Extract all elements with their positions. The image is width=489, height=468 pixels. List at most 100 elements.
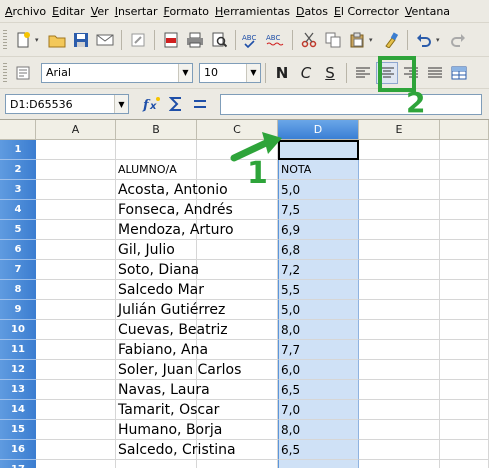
menu-formato[interactable]: Formato xyxy=(163,5,215,18)
chevron-down-icon[interactable]: ▾ xyxy=(35,36,43,44)
cell-a[interactable] xyxy=(36,420,116,440)
cell-e[interactable] xyxy=(359,400,440,420)
cell-e[interactable] xyxy=(359,440,440,460)
row-header[interactable]: 3 xyxy=(0,180,36,200)
cell-a[interactable] xyxy=(36,300,116,320)
cell-f[interactable] xyxy=(440,380,489,400)
row-header[interactable]: 6 xyxy=(0,240,36,260)
menu-el-corrector[interactable]: El Corrector xyxy=(333,5,404,18)
row-header[interactable]: 10 xyxy=(0,320,36,340)
cell-b[interactable]: Navas, Laura xyxy=(116,380,210,400)
cell-a[interactable] xyxy=(36,240,116,260)
cell-e[interactable] xyxy=(359,380,440,400)
row-header[interactable]: 11 xyxy=(0,340,36,360)
cell-d[interactable]: 8,0 xyxy=(278,320,359,340)
align-left-icon[interactable] xyxy=(352,62,374,84)
cell-f[interactable] xyxy=(440,360,489,380)
cell-e[interactable] xyxy=(359,320,440,340)
row-header[interactable]: 15 xyxy=(0,420,36,440)
cell-e[interactable] xyxy=(359,140,440,160)
cell-b[interactable]: Cuevas, Beatriz xyxy=(116,320,228,340)
undo-icon[interactable] xyxy=(413,29,435,51)
cell-f[interactable] xyxy=(440,180,489,200)
name-box[interactable]: D1:D65536 ▼ xyxy=(5,94,129,114)
cell-d[interactable]: 7,7 xyxy=(278,340,359,360)
cell-d[interactable]: 7,0 xyxy=(278,400,359,420)
print-icon[interactable] xyxy=(184,29,206,51)
cell-d[interactable]: 5,5 xyxy=(278,280,359,300)
cell-a[interactable] xyxy=(36,360,116,380)
cell-c[interactable] xyxy=(197,420,278,440)
cell-d[interactable] xyxy=(278,140,359,160)
cell-a[interactable] xyxy=(36,320,116,340)
cell-e[interactable] xyxy=(359,260,440,280)
cell-a[interactable] xyxy=(36,400,116,420)
menu-ventana[interactable]: Ventana xyxy=(404,5,455,18)
sum-icon[interactable] xyxy=(165,93,187,115)
cell-b[interactable] xyxy=(116,460,197,468)
cell-c[interactable] xyxy=(197,360,278,380)
email-icon[interactable] xyxy=(94,29,116,51)
font-size-combo[interactable]: 10 ▼ xyxy=(199,62,261,83)
menu-datos[interactable]: Datos xyxy=(295,5,333,18)
cell-a[interactable] xyxy=(36,220,116,240)
row-header[interactable]: 12 xyxy=(0,360,36,380)
row-header[interactable]: 2 xyxy=(0,160,36,180)
cell-b[interactable]: ALUMNO/A xyxy=(116,160,197,180)
cell-d[interactable]: 6,8 xyxy=(278,240,359,260)
cell-e[interactable] xyxy=(359,200,440,220)
paste-icon[interactable] xyxy=(346,29,368,51)
cell-c[interactable] xyxy=(197,200,278,220)
cell-c[interactable] xyxy=(197,440,278,460)
cell-e[interactable] xyxy=(359,180,440,200)
cell-d[interactable]: 6,5 xyxy=(278,380,359,400)
toolbar-grip[interactable] xyxy=(3,62,7,83)
cell-b[interactable]: Acosta, Antonio xyxy=(116,180,228,200)
select-all-corner[interactable] xyxy=(0,120,36,140)
cell-d[interactable]: 5,0 xyxy=(278,300,359,320)
cell-d[interactable] xyxy=(278,460,359,468)
styles-icon[interactable] xyxy=(12,62,34,84)
cell-a[interactable] xyxy=(36,180,116,200)
cell-a[interactable] xyxy=(36,280,116,300)
cell-d[interactable]: 7,2 xyxy=(278,260,359,280)
cell-a[interactable] xyxy=(36,160,116,180)
cell-b[interactable]: Soto, Diana xyxy=(116,260,199,280)
print-preview-icon[interactable] xyxy=(208,29,230,51)
cell-d[interactable]: NOTA xyxy=(278,160,359,180)
cell-d[interactable]: 8,0 xyxy=(278,420,359,440)
cell-c[interactable] xyxy=(197,320,278,340)
row-header[interactable]: 8 xyxy=(0,280,36,300)
cell-f[interactable] xyxy=(440,220,489,240)
save-icon[interactable] xyxy=(70,29,92,51)
cell-e[interactable] xyxy=(359,360,440,380)
cell-b[interactable]: Tamarit, Oscar xyxy=(116,400,219,420)
cell-e[interactable] xyxy=(359,280,440,300)
cut-icon[interactable] xyxy=(298,29,320,51)
cell-d[interactable]: 6,9 xyxy=(278,220,359,240)
cell-c[interactable] xyxy=(197,240,278,260)
function-equals-icon[interactable] xyxy=(189,93,211,115)
merge-cells-icon[interactable] xyxy=(448,62,470,84)
cell-d[interactable]: 6,5 xyxy=(278,440,359,460)
cell-b[interactable]: Fonseca, Andrés xyxy=(116,200,233,220)
cell-a[interactable] xyxy=(36,460,116,468)
format-paintbrush-icon[interactable] xyxy=(380,29,402,51)
chevron-down-icon[interactable]: ▼ xyxy=(246,63,260,82)
align-justify-icon[interactable] xyxy=(424,62,446,84)
cell-c[interactable] xyxy=(197,280,278,300)
row-header[interactable]: 7 xyxy=(0,260,36,280)
cell-c[interactable] xyxy=(197,460,278,468)
cell-f[interactable] xyxy=(440,340,489,360)
menu-archivo[interactable]: Archivo xyxy=(4,5,51,18)
cell-c[interactable] xyxy=(197,260,278,280)
cell-f[interactable] xyxy=(440,400,489,420)
row-header[interactable]: 5 xyxy=(0,220,36,240)
cell-c[interactable] xyxy=(197,300,278,320)
italic-button[interactable]: C xyxy=(295,62,317,84)
cell-f[interactable] xyxy=(440,320,489,340)
edit-file-icon[interactable] xyxy=(127,29,149,51)
cell-e[interactable] xyxy=(359,240,440,260)
cell-e[interactable] xyxy=(359,460,440,468)
underline-button[interactable]: S xyxy=(319,62,341,84)
